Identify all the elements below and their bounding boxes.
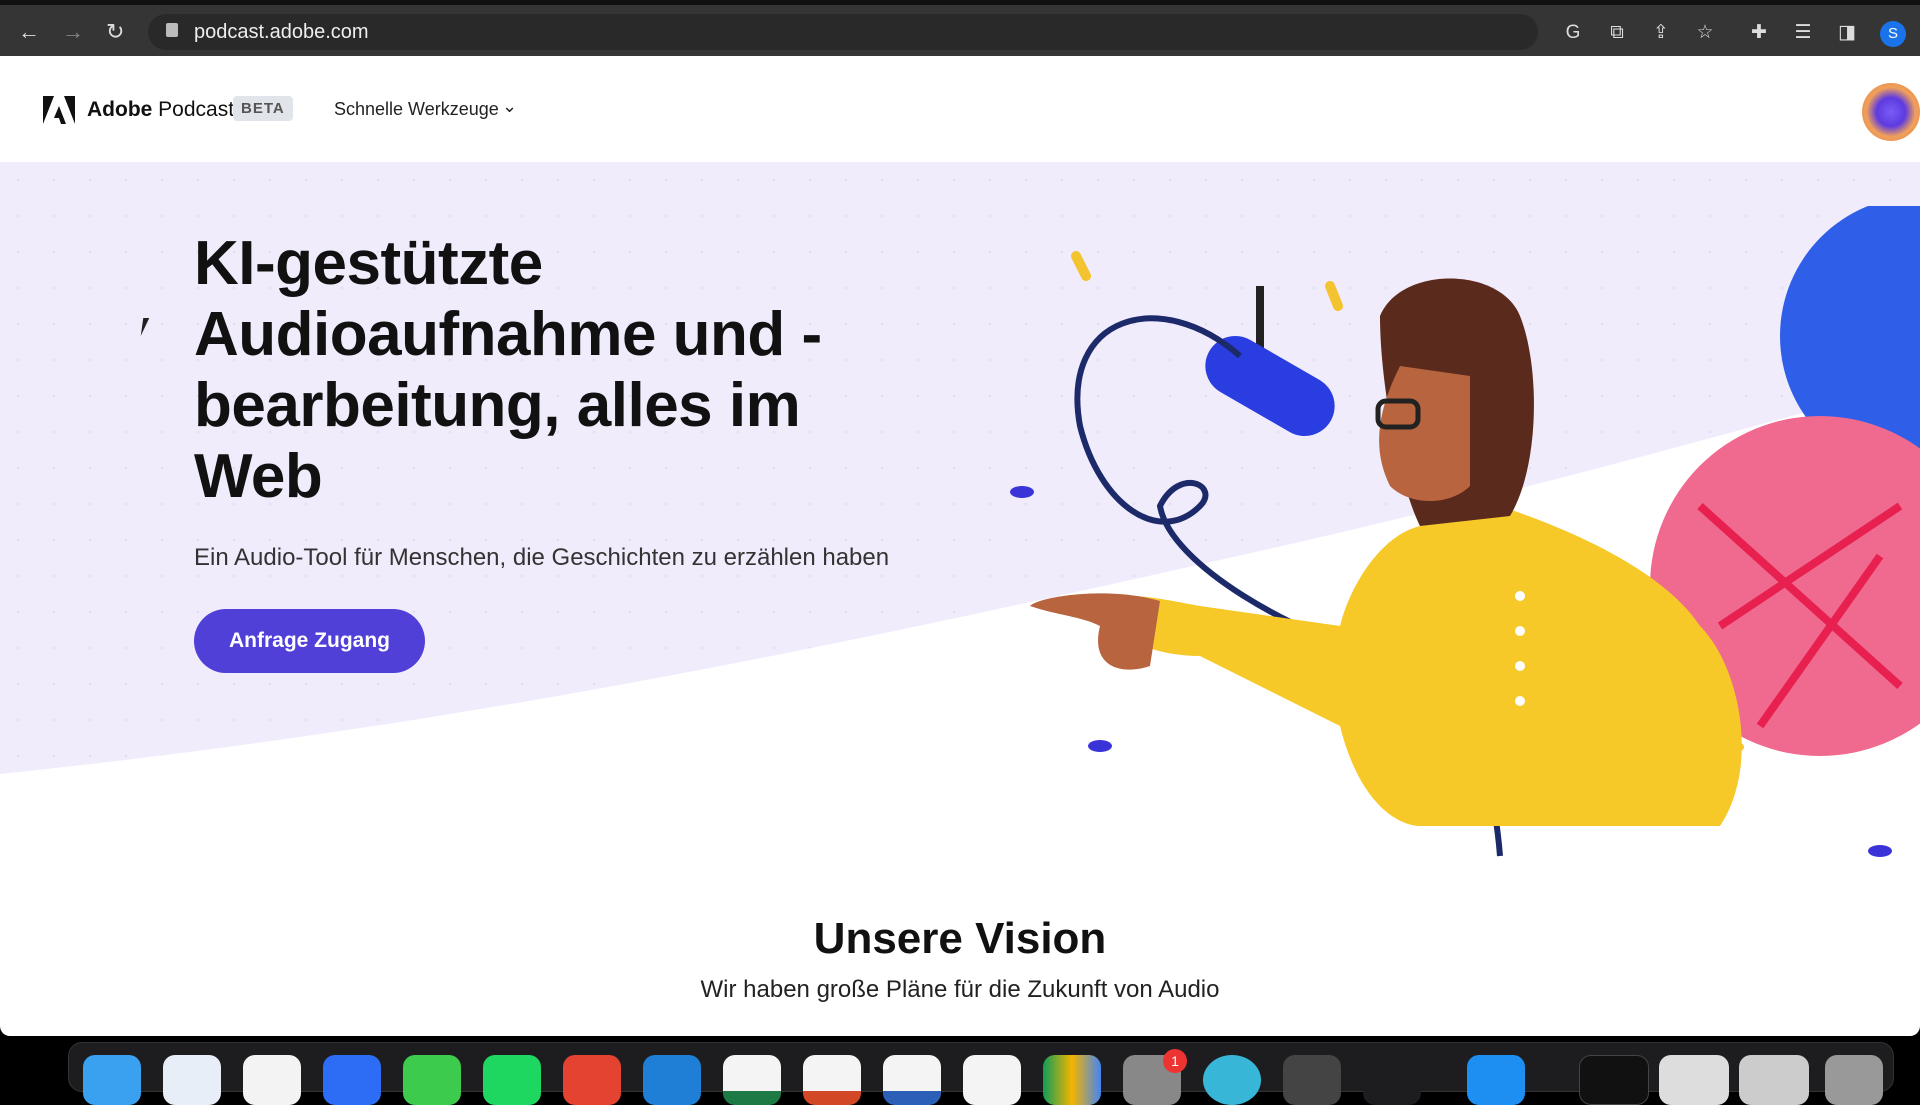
web-page: Adobe Podcast BETA Schnelle Werkzeuge ⌄ … — [0, 56, 1920, 1036]
adobe-logo-icon[interactable] — [43, 96, 75, 124]
reload-button[interactable]: ↻ — [106, 19, 124, 45]
window-thumbnail[interactable] — [1739, 1055, 1809, 1105]
word-icon[interactable] — [883, 1055, 941, 1105]
beta-badge: BETA — [233, 96, 293, 121]
google-icon[interactable]: G — [1562, 22, 1584, 44]
url-text: podcast.adobe.com — [194, 21, 369, 43]
google-drive-icon[interactable] — [1043, 1055, 1101, 1105]
soundwave-icon[interactable] — [1363, 1055, 1421, 1105]
todoist-icon[interactable] — [563, 1055, 621, 1105]
excel-icon[interactable] — [723, 1055, 781, 1105]
vision-subtitle: Wir haben große Pläne für die Zukunft vo… — [700, 976, 1220, 1003]
imovie-icon[interactable] — [963, 1055, 1021, 1105]
reading-list-icon[interactable]: ☰ — [1792, 22, 1814, 44]
notification-badge: 1 — [1163, 1049, 1187, 1073]
request-access-button[interactable]: Anfrage Zugang — [194, 609, 425, 673]
whatsapp-icon[interactable] — [403, 1055, 461, 1105]
profile-avatar[interactable]: S — [1880, 21, 1906, 47]
vision-heading: Unsere Vision — [813, 914, 1107, 963]
quicktime-icon[interactable] — [1283, 1055, 1341, 1105]
maps-icon[interactable] — [1203, 1055, 1261, 1105]
trash-icon[interactable] — [1825, 1055, 1883, 1105]
zoom-icon[interactable] — [323, 1055, 381, 1105]
window-thumbnail[interactable] — [1659, 1055, 1729, 1105]
podcaster-illustration — [1010, 206, 1920, 857]
star-icon[interactable]: ☆ — [1694, 22, 1716, 44]
forward-button[interactable]: → — [62, 19, 84, 45]
spotify-icon[interactable] — [483, 1055, 541, 1105]
translate-icon[interactable]: ⧉ — [1606, 22, 1628, 44]
user-avatar[interactable] — [1862, 83, 1920, 141]
quick-tools-menu[interactable]: Schnelle Werkzeuge — [334, 99, 499, 120]
chrome-icon[interactable] — [243, 1055, 301, 1105]
browser-toolbar: ← → ↻ podcast.adobe.com G ⧉ ⇪ ☆ ✚ ☰ ◨ S — [0, 0, 1920, 56]
powerpoint-icon[interactable] — [803, 1055, 861, 1105]
hero-subtitle: Ein Audio-Tool für Menschen, die Geschic… — [194, 544, 890, 571]
safari-icon[interactable] — [163, 1055, 221, 1105]
system-preferences-icon[interactable]: 1 — [1123, 1049, 1187, 1105]
chevron-down-icon[interactable]: ⌄ — [502, 96, 517, 117]
finder-icon[interactable] — [83, 1055, 141, 1105]
hero-headline: KI-gestützte Audioaufnahme und -bearbeit… — [194, 229, 822, 511]
window-thumbnail[interactable] — [1579, 1055, 1649, 1105]
puzzle-icon[interactable]: ✚ — [1748, 22, 1770, 44]
lock-icon — [166, 23, 178, 37]
back-button[interactable]: ← — [18, 19, 40, 45]
macos-dock: 1 — [68, 1042, 1894, 1105]
sidepanel-icon[interactable]: ◨ — [1836, 22, 1858, 44]
xcode-icon[interactable] — [1467, 1055, 1525, 1105]
share-icon[interactable]: ⇪ — [1650, 22, 1672, 44]
site-header: Adobe Podcast BETA Schnelle Werkzeuge ⌄ — [0, 56, 1920, 162]
mouse-cursor-icon — [140, 318, 156, 336]
trello-icon[interactable] — [643, 1055, 701, 1105]
brand-name[interactable]: Adobe Podcast — [87, 98, 234, 122]
address-bar[interactable]: podcast.adobe.com — [148, 14, 1538, 50]
